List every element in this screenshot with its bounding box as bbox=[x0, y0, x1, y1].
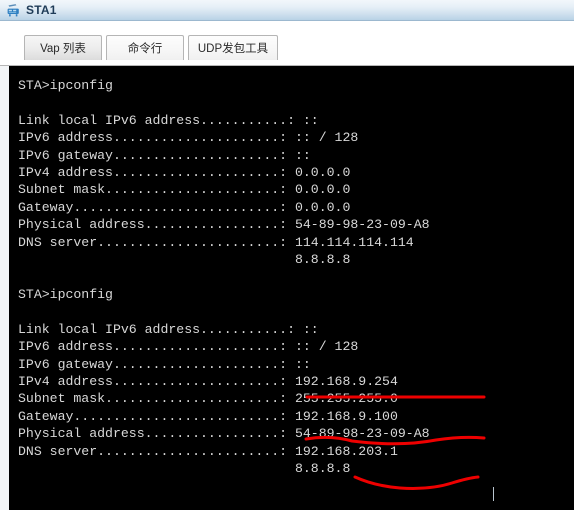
device-station-icon bbox=[6, 3, 21, 18]
terminal-panel: STA>ipconfig Link local IPv6 address....… bbox=[0, 66, 574, 510]
tab-bar: Vap 列表 命令行 UDP发包工具 bbox=[0, 21, 574, 66]
window-title: STA1 bbox=[26, 3, 57, 17]
tab-vap-list-label: Vap 列表 bbox=[40, 43, 86, 55]
window-titlebar: STA1 bbox=[0, 0, 574, 21]
console-text: STA>ipconfig Link local IPv6 address....… bbox=[18, 78, 430, 476]
text-cursor bbox=[493, 487, 494, 501]
sta1-window: STA1 Vap 列表 命令行 UDP发包工具 STA>ipconfig Lin… bbox=[0, 0, 574, 510]
tab-command-line-label: 命令行 bbox=[127, 43, 163, 55]
tab-udp-packet-tool[interactable]: UDP发包工具 bbox=[188, 35, 278, 60]
console-output-area[interactable]: STA>ipconfig Link local IPv6 address....… bbox=[9, 66, 574, 510]
tab-udp-packet-tool-label: UDP发包工具 bbox=[197, 43, 269, 55]
tab-command-line[interactable]: 命令行 bbox=[106, 35, 184, 60]
tab-vap-list[interactable]: Vap 列表 bbox=[24, 35, 102, 60]
